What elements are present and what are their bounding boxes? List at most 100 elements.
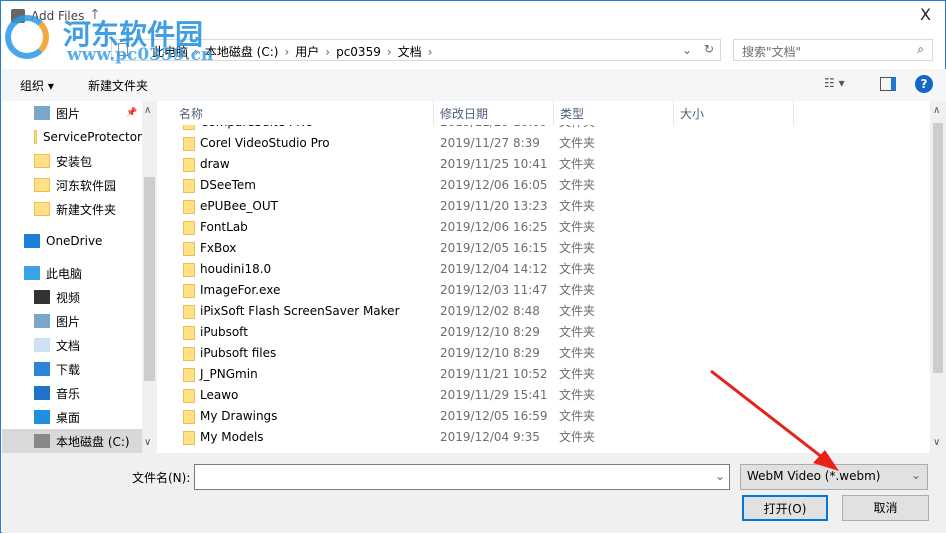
file-type: 文件夹 — [559, 304, 596, 318]
file-row[interactable]: My Models 2019/12/04 9:35 文件夹 — [161, 427, 929, 448]
refresh-icon[interactable]: ↻ — [704, 42, 714, 56]
breadcrumb-separator[interactable]: › — [284, 45, 289, 59]
sidebar-item[interactable]: 音乐 — [2, 381, 142, 405]
file-row[interactable]: Leawo 2019/11/29 15:41 文件夹 — [161, 385, 929, 406]
file-name: iPixSoft Flash ScreenSaver Maker — [200, 304, 400, 318]
sidebar-item[interactable]: 图片 — [2, 309, 142, 333]
search-input[interactable]: 搜索"文档" ⌕ — [733, 39, 933, 61]
folder-icon — [183, 125, 195, 130]
file-date: 2019/11/25 10:41 — [440, 157, 548, 171]
sidebar-item-label: ServiceProtector — [42, 130, 142, 144]
breadcrumb-separator[interactable]: › — [325, 45, 330, 59]
sidebar-item[interactable]: ServiceProtector — [2, 125, 142, 149]
music-icon — [34, 386, 50, 400]
title-bar: Add Files X — [1, 1, 945, 31]
file-row[interactable]: ePUBee_OUT 2019/11/20 13:23 文件夹 — [161, 196, 929, 217]
file-type: 文件夹 — [559, 346, 596, 360]
breadcrumb-item[interactable]: 此电脑 — [152, 45, 188, 59]
column-date[interactable]: 修改日期 — [434, 101, 554, 125]
file-name: My Models — [200, 430, 264, 444]
sidebar-item[interactable]: 文档 — [2, 333, 142, 357]
file-row[interactable]: CompareSuite PRO 2019/11/29 16:09 文件夹 — [161, 125, 929, 133]
folder-icon — [183, 305, 195, 319]
pictures-icon — [34, 106, 50, 120]
file-row[interactable]: J_PNGmin 2019/11/21 10:52 文件夹 — [161, 364, 929, 385]
sidebar-item[interactable]: 图片 📌 — [2, 101, 142, 125]
file-name: J_PNGmin — [200, 367, 258, 381]
file-row[interactable]: FxBox 2019/12/05 16:15 文件夹 — [161, 238, 929, 259]
file-row[interactable]: iPubsoft 2019/12/10 8:29 文件夹 — [161, 322, 929, 343]
sidebar-item[interactable]: 下载 — [2, 357, 142, 381]
file-row[interactable]: My Drawings 2019/12/05 16:59 文件夹 — [161, 406, 929, 427]
file-row[interactable]: ImageFor.exe 2019/12/03 11:47 文件夹 — [161, 280, 929, 301]
file-row[interactable]: FontLab 2019/12/06 16:25 文件夹 — [161, 217, 929, 238]
folder-icon — [34, 154, 50, 168]
scroll-up-icon[interactable]: ∧ — [144, 105, 151, 116]
view-options-icon[interactable]: ☷ ▾ — [824, 76, 845, 90]
nav-scrollbar[interactable]: ∧ ∨ — [142, 101, 157, 453]
file-date: 2019/11/29 16:09 — [440, 125, 548, 133]
file-row[interactable]: Corel VideoStudio Pro 2019/11/27 8:39 文件夹 — [161, 133, 929, 154]
file-row[interactable]: iPixSoft Flash ScreenSaver Maker 2019/12/… — [161, 301, 929, 322]
filename-input[interactable]: ⌄ — [194, 464, 730, 490]
folder-icon — [183, 326, 195, 340]
file-type: 文件夹 — [559, 430, 596, 444]
sidebar-item[interactable]: 视频 — [2, 285, 142, 309]
list-scrollbar[interactable]: ∧ ∨ — [930, 101, 946, 453]
file-name: DSeeTem — [200, 178, 256, 192]
nav-scroll-thumb[interactable] — [144, 177, 155, 381]
sidebar-item[interactable]: 桌面 — [2, 405, 142, 429]
help-button[interactable]: ? — [915, 75, 933, 93]
sidebar-item[interactable]: 安装包 — [2, 149, 142, 173]
file-row[interactable]: houdini18.0 2019/12/04 14:12 文件夹 — [161, 259, 929, 280]
breadcrumb-separator[interactable]: › — [428, 45, 433, 59]
documents-icon — [34, 338, 50, 352]
chevron-down-icon[interactable]: ⌄ — [682, 43, 692, 57]
sidebar-item[interactable]: 河东软件园 — [2, 173, 142, 197]
sidebar-item[interactable]: 此电脑 — [2, 261, 142, 285]
scroll-down-icon[interactable]: ∨ — [144, 437, 151, 448]
column-size[interactable]: 大小 — [674, 101, 794, 125]
file-type: 文件夹 — [559, 367, 596, 381]
sidebar-item[interactable]: 本地磁盘 (C:) — [2, 429, 142, 453]
toolbar: 组织 ▾ 新建文件夹 ☷ ▾ ? — [2, 69, 946, 101]
breadcrumb-item[interactable]: 本地磁盘 (C:) — [205, 45, 279, 59]
breadcrumb-separator[interactable]: › — [387, 45, 392, 59]
address-bar[interactable]: 此电脑 › 本地磁盘 (C:) › 用户 › pc0359 › 文档 › ⌄ ↻ — [111, 39, 721, 61]
preview-pane-icon[interactable] — [880, 77, 896, 91]
close-button[interactable]: X — [920, 5, 931, 24]
column-name[interactable]: 名称 — [173, 101, 434, 125]
sidebar-item[interactable]: OneDrive — [2, 229, 142, 253]
window-title: Add Files — [31, 9, 85, 23]
breadcrumb-item[interactable]: pc0359 — [336, 45, 381, 59]
pin-icon[interactable]: 📌 — [126, 108, 137, 118]
breadcrumb-separator[interactable]: › — [194, 45, 199, 59]
new-folder-button[interactable]: 新建文件夹 — [88, 77, 148, 94]
chevron-down-icon[interactable]: ⌄ — [715, 469, 725, 483]
folder-icon — [183, 431, 195, 445]
file-row[interactable]: draw 2019/11/25 10:41 文件夹 — [161, 154, 929, 175]
folder-icon — [183, 368, 195, 382]
folder-icon — [183, 137, 195, 151]
scroll-down-icon[interactable]: ∨ — [933, 437, 940, 448]
file-date: 2019/12/05 16:59 — [440, 409, 548, 423]
file-type: 文件夹 — [559, 136, 596, 150]
column-type[interactable]: 类型 — [554, 101, 674, 125]
search-icon: ⌕ — [917, 42, 924, 56]
sidebar-item-label: 视频 — [56, 290, 81, 305]
file-row[interactable]: iPubsoft files 2019/12/10 8:29 文件夹 — [161, 343, 929, 364]
file-row[interactable]: DSeeTem 2019/12/06 16:05 文件夹 — [161, 175, 929, 196]
breadcrumb-item[interactable]: 文档 — [398, 45, 422, 59]
cancel-button[interactable]: 取消 — [842, 495, 929, 521]
file-name: CompareSuite PRO — [200, 125, 314, 133]
list-scroll-thumb[interactable] — [933, 123, 943, 373]
organize-button[interactable]: 组织 ▾ — [20, 77, 54, 94]
breadcrumb-item[interactable]: 用户 — [295, 45, 319, 59]
up-arrow-icon[interactable]: ↑ — [89, 7, 101, 23]
sidebar-item-label: 此电脑 — [46, 266, 83, 281]
file-name: My Drawings — [200, 409, 278, 423]
filetype-select[interactable]: WebM Video (*.webm) ⌄ — [740, 464, 928, 490]
sidebar-item[interactable]: 新建文件夹 — [2, 197, 142, 221]
open-button[interactable]: 打开(O) — [742, 495, 828, 521]
scroll-up-icon[interactable]: ∧ — [933, 105, 940, 116]
